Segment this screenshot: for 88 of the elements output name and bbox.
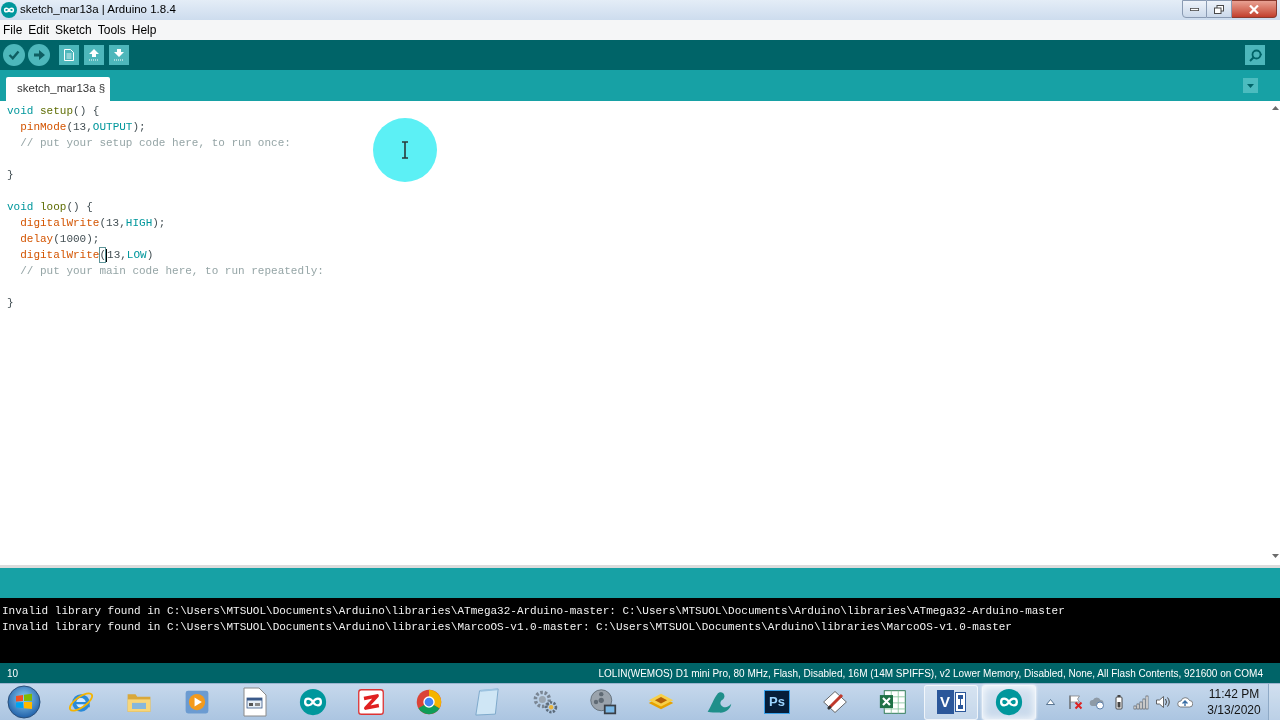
code-text: (13, xyxy=(99,216,126,231)
code-comment: // put your main code here, to run repeatedly: xyxy=(20,264,324,279)
infinity-icon xyxy=(995,688,1023,716)
show-desktop-button[interactable] xyxy=(1268,684,1280,720)
text-caret-icon xyxy=(106,248,108,262)
speaker-icon[interactable] xyxy=(1155,694,1171,710)
line-number: 10 xyxy=(7,666,19,681)
code-text: 13, xyxy=(107,248,127,263)
clock-time[interactable]: 11:42 PM xyxy=(1208,686,1260,702)
magnifier-icon xyxy=(1248,48,1262,62)
ibeam-cursor-icon xyxy=(373,118,437,182)
app-logo: Ps xyxy=(764,690,790,714)
maximize-button[interactable] xyxy=(1207,0,1232,18)
taskbar-button[interactable] xyxy=(982,684,1036,720)
code-function: digitalWrite xyxy=(20,216,100,231)
code-keyword: loop xyxy=(40,200,67,215)
code-text: () { xyxy=(73,104,100,119)
maximize-icon xyxy=(1214,4,1224,14)
code-constant: OUTPUT xyxy=(92,120,133,135)
close-button[interactable] xyxy=(1232,0,1277,18)
open-button[interactable] xyxy=(84,45,104,65)
upload-button[interactable] xyxy=(28,44,50,66)
taskbar-button[interactable]: V xyxy=(924,684,978,720)
zigzag-icon xyxy=(357,688,385,716)
matched-bracket: ( xyxy=(99,247,107,263)
window-title: sketch_mar13a | Arduino 1.8.4 xyxy=(20,2,176,18)
film-reel-icon xyxy=(589,688,617,716)
scroll-down-icon[interactable] xyxy=(1271,554,1279,558)
code-function: delay xyxy=(20,232,54,247)
menu-item[interactable]: Help xyxy=(129,21,159,39)
code-text: (13, xyxy=(66,120,93,135)
taskbar-button[interactable]: Ps xyxy=(750,684,804,720)
console-line: Invalid library found in C:\Users\MTSUOL\Documents\Arduino\libraries\ATmega32-Arduino-master: C:\Users\MTSUOL\Documents\Arduino\libraries\ATmega32-Arduino-master xyxy=(2,605,1065,617)
flag-icon[interactable] xyxy=(1067,694,1083,710)
board-info: LOLIN(WEMOS) D1 mini Pro, 80 MHz, Flash, Disabled, 16M (14M SPIFFS), v2 Lower Memory, Disabled, None, All Flash Contents, 921600 on COM4 xyxy=(598,666,1263,681)
flag-orb-icon xyxy=(7,685,41,719)
minimize-button[interactable] xyxy=(1182,0,1207,18)
menu-item[interactable]: Tools xyxy=(95,21,128,39)
arrow-right-icon xyxy=(33,50,45,60)
cloud-upload-icon[interactable] xyxy=(1177,694,1193,710)
arrow-up-icon xyxy=(89,49,99,61)
infinity-icon xyxy=(299,688,327,716)
color-ring-icon xyxy=(415,688,443,716)
code-constant: HIGH xyxy=(125,216,153,231)
app-logo: V xyxy=(936,690,954,714)
code-keyword: void xyxy=(7,104,34,119)
code-function: digitalWrite xyxy=(20,248,100,263)
diagram-icon xyxy=(954,692,966,712)
caret-down-icon xyxy=(1247,83,1254,88)
code-text: } xyxy=(7,168,14,183)
signal-bars-icon[interactable] xyxy=(1133,694,1149,710)
spreadsheet-icon xyxy=(879,689,907,715)
code-keyword: setup xyxy=(40,104,74,119)
menu-item[interactable]: Sketch xyxy=(53,21,94,39)
console-line: Invalid library found in C:\Users\MTSUOL\Documents\Arduino\libraries\MarcoOS-v1.0-master: C:\Users\MTSUOL\Documents\Arduino\libraries\MarcoOS-v1.0-master xyxy=(2,621,1012,633)
gears-icon xyxy=(531,688,559,716)
check-icon xyxy=(8,50,20,60)
clock-date[interactable]: 3/13/2020 xyxy=(1207,702,1261,718)
triangle-up-icon[interactable] xyxy=(1046,699,1055,705)
arrow-down-icon xyxy=(114,49,124,61)
infinity-icon xyxy=(1,2,17,18)
code-comment: // put your setup code here, to run once: xyxy=(20,136,291,151)
notepad-icon xyxy=(474,688,500,716)
verify-button[interactable] xyxy=(3,44,25,66)
tab-menu-button[interactable] xyxy=(1243,78,1258,93)
code-text: ); xyxy=(132,120,146,135)
play-icon xyxy=(184,689,210,715)
code-text: (1000); xyxy=(53,232,100,247)
code-keyword: void xyxy=(7,200,34,215)
menu-item[interactable]: Edit xyxy=(26,21,52,39)
minimize-icon xyxy=(1190,7,1199,11)
code-text: } xyxy=(7,296,14,311)
document-icon xyxy=(243,687,267,717)
save-button[interactable] xyxy=(109,45,129,65)
page-icon xyxy=(64,49,74,61)
menu-item[interactable]: File xyxy=(1,21,25,39)
code-text: ) xyxy=(146,248,154,263)
code-text: ); xyxy=(152,216,166,231)
close-icon xyxy=(1249,4,1259,14)
code-constant: LOW xyxy=(126,248,147,263)
pen-paper-icon xyxy=(821,688,849,716)
serial-monitor-button[interactable] xyxy=(1245,45,1265,65)
scroll-up-icon[interactable] xyxy=(1271,106,1279,110)
cloud-icon[interactable] xyxy=(1089,694,1105,710)
tab[interactable]: sketch_mar13a § xyxy=(6,77,111,101)
new-button[interactable] xyxy=(59,45,79,65)
code-function: pinMode xyxy=(20,120,67,135)
code-text: () { xyxy=(66,200,93,215)
